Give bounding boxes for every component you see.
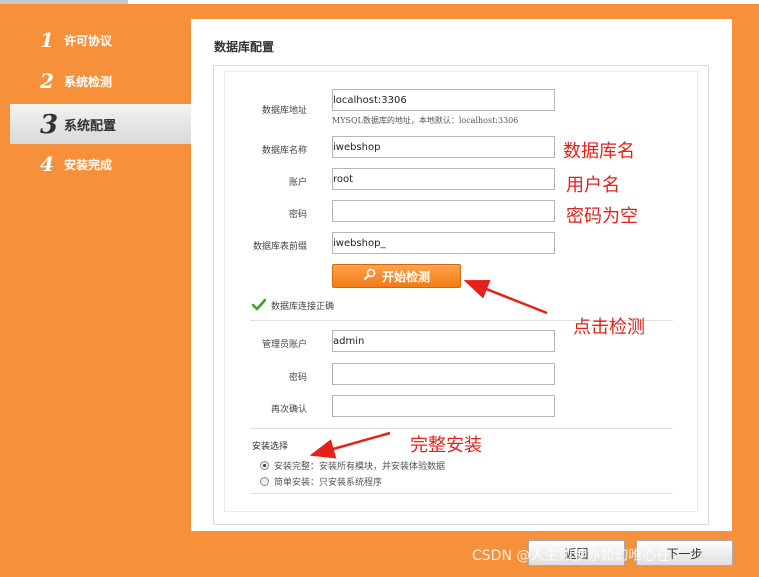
install-choice-label: 安装选择 — [252, 442, 289, 452]
admin-password-label: 密码 — [288, 373, 307, 383]
annotation-click-check: 点击检测 — [573, 317, 645, 338]
top-bar — [0, 0, 759, 4]
db-name-input[interactable]: iwebshop — [332, 136, 555, 158]
step-number: 3 — [40, 109, 59, 140]
admin-account-label: 管理员账户 — [261, 340, 307, 350]
step-label: 许可协议 — [64, 33, 113, 48]
db-user-label: 账户 — [288, 178, 307, 188]
sidebar-step-system-config: 3 系统配置 — [10, 104, 191, 144]
admin-password-input[interactable] — [332, 363, 555, 385]
step-label: 系统检测 — [64, 74, 113, 89]
install-option-full-text: 安装完整：安装所有模块，并安装体验数据 — [274, 462, 446, 472]
step-number: 4 — [40, 152, 54, 176]
admin-confirm-input[interactable] — [332, 395, 555, 417]
top-bar-tab — [0, 0, 128, 4]
panel-title: 数据库配置 — [214, 40, 275, 54]
sidebar-step-license: 1 许可协议 — [10, 22, 191, 58]
step-label: 系统配置 — [64, 119, 117, 134]
admin-confirm-label: 再次确认 — [270, 405, 307, 415]
checkmark-icon — [252, 298, 266, 311]
sidebar-step-system-check: 2 系统检测 — [10, 63, 191, 99]
search-icon — [363, 268, 376, 284]
radio-button[interactable] — [260, 461, 269, 470]
db-host-label: 数据库地址 — [261, 106, 307, 116]
db-password-label: 密码 — [288, 210, 307, 220]
divider — [250, 428, 673, 429]
db-prefix-label: 数据库表前缀 — [252, 242, 307, 252]
annotation-db-name: 数据库名 — [563, 141, 635, 162]
install-option-simple-text: 简单安装：只安装系统程序 — [274, 478, 383, 488]
step-label: 安装完成 — [64, 157, 113, 172]
step-number: 2 — [40, 69, 54, 93]
db-status-text: 数据库连接正确 — [271, 301, 335, 312]
install-option-full[interactable]: 安装完整：安装所有模块，并安装体验数据 — [260, 459, 445, 472]
step-number: 1 — [40, 28, 54, 52]
db-name-label: 数据库名称 — [261, 146, 307, 156]
db-status: 数据库连接正确 — [252, 298, 334, 312]
watermark: CSDN @人生如梦亦如幻唯心在 — [472, 548, 671, 564]
db-password-input[interactable] — [332, 200, 555, 222]
db-host-input[interactable]: localhost:3306 — [332, 89, 555, 111]
admin-account-input[interactable]: admin — [332, 330, 555, 352]
annotation-username: 用户名 — [566, 175, 620, 196]
annotation-full-install: 完整安装 — [410, 435, 482, 456]
radio-button[interactable] — [260, 477, 269, 486]
start-check-button[interactable]: 开始检测 — [332, 264, 461, 288]
annotation-password-empty: 密码为空 — [566, 206, 638, 227]
db-host-hint: MYSQL数据库的地址，本地默认：localhost:3306 — [332, 116, 519, 125]
install-option-simple[interactable]: 简单安装：只安装系统程序 — [260, 475, 382, 488]
divider — [250, 493, 673, 494]
sidebar-step-install-complete: 4 安装完成 — [10, 146, 191, 182]
db-prefix-input[interactable]: iwebshop_ — [332, 232, 555, 254]
db-user-input[interactable]: root — [332, 168, 555, 190]
start-check-label: 开始检测 — [381, 269, 430, 284]
